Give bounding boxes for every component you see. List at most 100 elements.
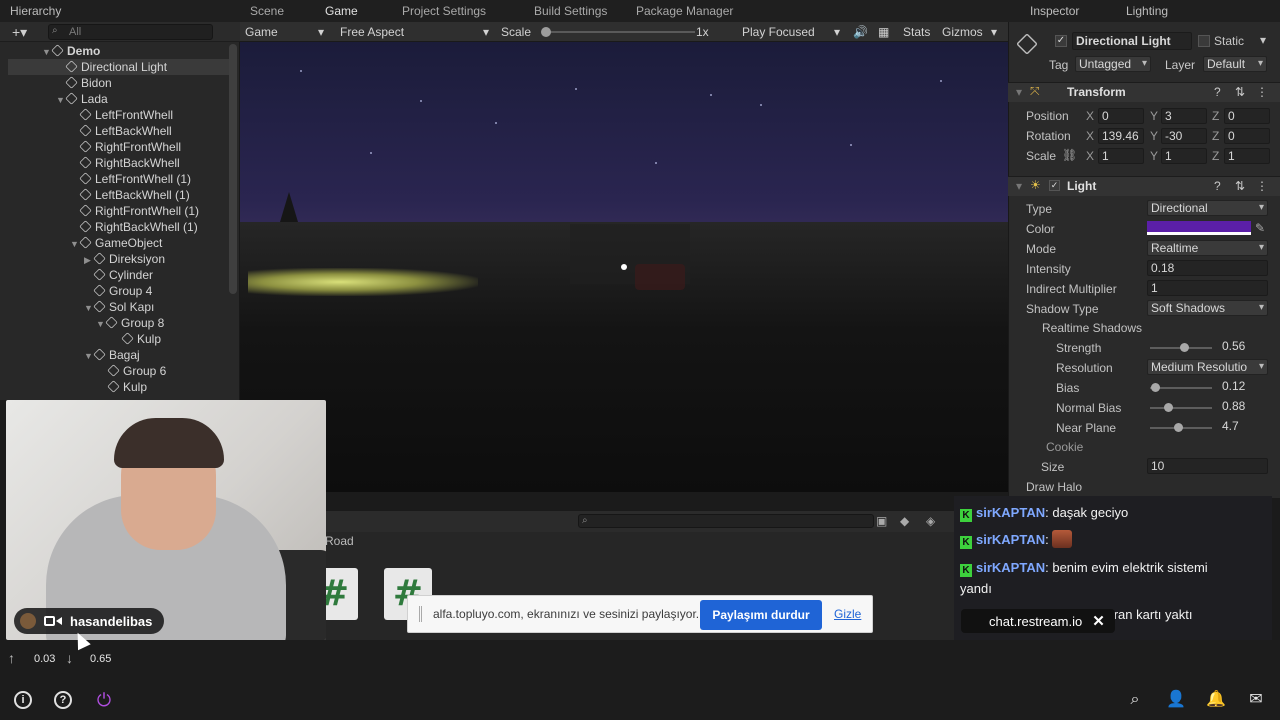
close-icon[interactable]: ✕ (1092, 612, 1105, 630)
expand-arrow-icon[interactable]: ▼ (56, 92, 66, 108)
gizmos-button[interactable]: Gizmos (942, 25, 983, 39)
hide-link[interactable]: Gizle (834, 607, 861, 621)
hierarchy-item[interactable]: Kulp (8, 379, 147, 395)
hierarchy-item[interactable]: LeftFrontWhell (1) (8, 171, 191, 187)
label-icon[interactable]: ◆ (900, 514, 909, 528)
scale-y-field[interactable]: 1 (1161, 148, 1207, 164)
expand-arrow-icon[interactable]: ▼ (42, 44, 52, 60)
hierarchy-search-input[interactable]: All (48, 24, 213, 40)
hierarchy-item[interactable]: ▼ Lada (8, 91, 108, 107)
hierarchy-item[interactable]: ▶ Direksiyon (8, 251, 165, 267)
type-dropdown[interactable]: Directional (1147, 200, 1268, 216)
tab-game[interactable]: Game (325, 4, 358, 18)
stats-button[interactable]: Stats (903, 25, 930, 39)
hierarchy-item[interactable]: ▼ Sol Kapı (8, 299, 154, 315)
rotation-x-field[interactable]: 139.46 (1098, 128, 1144, 144)
chevron-down-icon[interactable]: ▾ (1260, 33, 1266, 47)
bell-icon[interactable]: 🔔 (1206, 690, 1226, 710)
static-checkbox[interactable] (1198, 35, 1210, 47)
keyboard-icon[interactable]: ▦ (878, 25, 889, 39)
user-icon[interactable]: 👤 (1166, 690, 1186, 710)
hierarchy-item[interactable]: LeftFrontWhell (8, 107, 173, 123)
project-search-input[interactable] (578, 514, 874, 528)
tab-build-settings[interactable]: Build Settings (534, 4, 607, 18)
restream-badge[interactable]: chat.restream.io ✕ (961, 609, 1115, 633)
expand-arrow-icon[interactable]: ▼ (84, 348, 94, 364)
add-icon[interactable]: +▾ (12, 24, 27, 41)
drag-handle-icon[interactable] (419, 606, 422, 622)
scale-x-field[interactable]: 1 (1098, 148, 1144, 164)
foldout-arrow-icon[interactable]: ▾ (1016, 85, 1022, 99)
expand-arrow-icon[interactable]: ▼ (96, 316, 106, 332)
favorite-icon[interactable]: ◈ (926, 514, 935, 528)
tab-project-settings[interactable]: Project Settings (402, 4, 486, 18)
object-name-field[interactable]: Directional Light (1072, 32, 1192, 50)
hierarchy-item[interactable]: LeftBackWhell (8, 123, 172, 139)
active-checkbox[interactable]: ✓ (1055, 35, 1067, 47)
tag-dropdown[interactable]: Untagged (1075, 56, 1151, 72)
bias-slider-handle[interactable] (1151, 383, 1160, 392)
game-viewport[interactable] (240, 42, 1008, 492)
more-icon[interactable]: ⋮ (1256, 85, 1268, 99)
normal-bias-slider[interactable] (1150, 407, 1212, 409)
chevron-down-icon[interactable]: ▾ (991, 25, 997, 39)
rotation-y-field[interactable]: -30 (1161, 128, 1207, 144)
near-plane-field[interactable]: 4.7 (1219, 419, 1268, 435)
link-icon[interactable]: ⛓ (1062, 148, 1077, 162)
hierarchy-item[interactable]: ▼ GameObject (8, 235, 162, 251)
near-plane-slider-handle[interactable] (1174, 423, 1183, 432)
hierarchy-item[interactable]: Directional Light (8, 59, 230, 75)
hierarchy-item[interactable]: ▼ Group 8 (8, 315, 164, 331)
power-icon[interactable]: ⏻ (94, 690, 114, 710)
scale-z-field[interactable]: 1 (1224, 148, 1270, 164)
foldout-arrow-icon[interactable]: ▾ (1016, 179, 1022, 193)
chevron-down-icon[interactable]: ▾ (834, 25, 840, 39)
scale-slider[interactable] (545, 31, 695, 33)
aspect-dropdown[interactable]: Free Aspect (340, 25, 404, 39)
rotation-z-field[interactable]: 0 (1224, 128, 1270, 144)
position-z-field[interactable]: 0 (1224, 108, 1270, 124)
normal-bias-slider-handle[interactable] (1164, 403, 1173, 412)
tab-scene[interactable]: Scene (250, 4, 284, 18)
expand-arrow-icon[interactable]: ▼ (84, 300, 94, 316)
help-icon[interactable]: ? (1214, 85, 1221, 99)
normal-bias-field[interactable]: 0.88 (1219, 399, 1268, 415)
preset-icon[interactable]: ⇅ (1235, 179, 1245, 193)
hierarchy-item[interactable]: LeftBackWhell (1) (8, 187, 190, 203)
hierarchy-item[interactable]: ▼ Bagaj (8, 347, 140, 363)
mode-dropdown[interactable]: Realtime (1147, 240, 1268, 256)
more-icon[interactable]: ⋮ (1256, 179, 1268, 193)
position-y-field[interactable]: 3 (1161, 108, 1207, 124)
hierarchy-item[interactable]: RightBackWhell (8, 155, 180, 171)
indirect-multiplier-field[interactable]: 1 (1147, 280, 1268, 296)
hierarchy-item[interactable]: Bidon (8, 75, 112, 91)
filter-icon[interactable]: ▣ (876, 514, 887, 528)
help-icon[interactable]: ? (54, 691, 72, 709)
preset-icon[interactable]: ⇅ (1235, 85, 1245, 99)
hierarchy-scrollbar[interactable] (229, 44, 237, 294)
bias-field[interactable]: 0.12 (1219, 379, 1268, 395)
play-mode-dropdown[interactable]: Play Focused (742, 25, 815, 39)
help-icon[interactable]: ? (1214, 179, 1221, 193)
audio-icon[interactable]: 🔊 (853, 25, 868, 39)
hierarchy-item[interactable]: RightFrontWhell (8, 139, 181, 155)
tab-package-manager[interactable]: Package Manager (636, 4, 733, 18)
hierarchy-item-scene[interactable]: ▼ Demo (8, 43, 230, 59)
collapse-arrow-icon[interactable]: ▶ (84, 252, 94, 268)
project-folder-label[interactable]: Road (325, 534, 354, 548)
intensity-field[interactable]: 0.18 (1147, 260, 1268, 276)
hierarchy-item[interactable]: Kulp (8, 331, 161, 347)
resolution-dropdown[interactable]: Medium Resolutio (1147, 359, 1268, 375)
hierarchy-item[interactable]: RightBackWhell (1) (8, 219, 198, 235)
strength-field[interactable]: 0.56 (1219, 339, 1268, 355)
hierarchy-item[interactable]: Group 6 (8, 363, 166, 379)
mail-icon[interactable]: ✉ (1246, 690, 1266, 710)
color-swatch[interactable] (1147, 221, 1251, 235)
hierarchy-tab[interactable]: Hierarchy (10, 4, 61, 18)
stop-sharing-button[interactable]: Paylaşımı durdur (700, 600, 822, 630)
position-x-field[interactable]: 0 (1098, 108, 1144, 124)
info-icon[interactable]: i (14, 691, 32, 709)
chevron-down-icon[interactable]: ▾ (483, 25, 489, 39)
display-dropdown[interactable]: Game (245, 25, 278, 39)
layer-dropdown[interactable]: Default (1203, 56, 1267, 72)
